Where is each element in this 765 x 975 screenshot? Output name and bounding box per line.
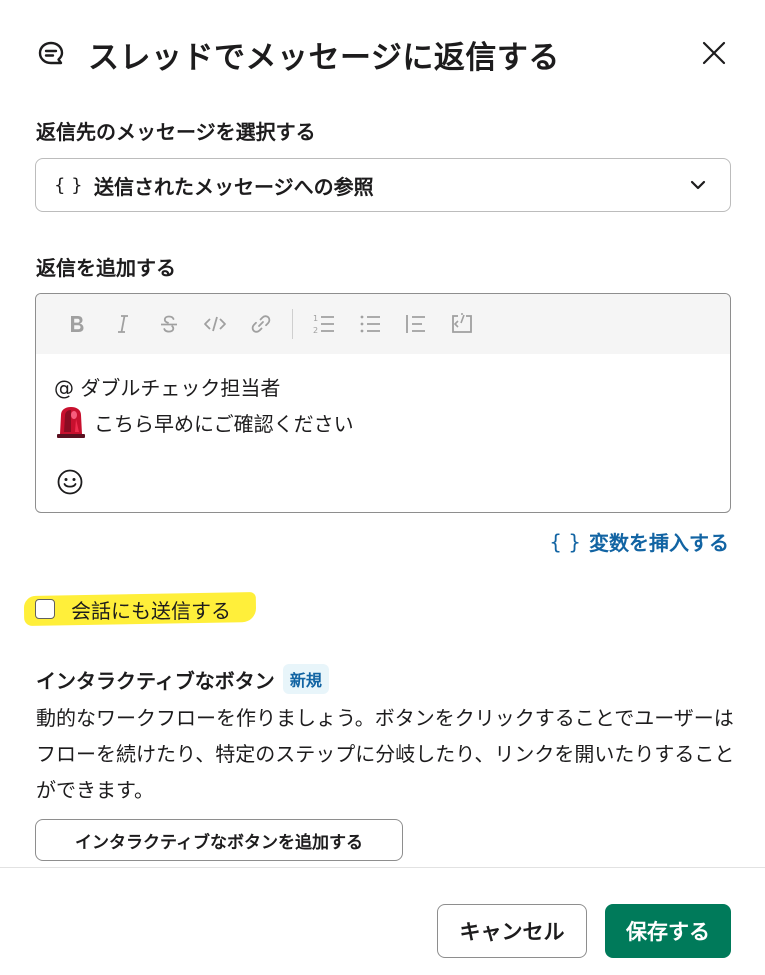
interactive-section-title: インタラクティブなボタン 新規 [36,664,329,694]
code-icon[interactable] [192,304,238,344]
insert-variable-label: 変数を挿入する [589,531,729,555]
variable-braces-icon: { } [54,174,83,196]
interactive-title: インタラクティブなボタン [36,668,275,693]
rotating-light-icon [57,407,85,438]
send-to-channel-row[interactable]: 会話にも送信する [23,591,257,627]
save-button[interactable]: 保存する [605,904,731,958]
svg-text:2: 2 [313,326,318,335]
target-message-value: 送信されたメッセージへの参照 [94,174,374,199]
reply-label: 返信を追加する [36,256,176,280]
svg-text:1: 1 [313,314,318,323]
reply-editor[interactable]: 12 @ ダブルチェック担当者 こちら早めにご確認ください [35,293,731,513]
variable-braces-icon: { } [549,529,581,554]
send-to-channel-checkbox[interactable] [35,599,55,619]
chevron-down-icon [690,180,706,190]
new-badge: 新規 [282,664,329,694]
add-interactive-button[interactable]: インタラクティブなボタンを追加する [35,819,403,861]
target-message-select[interactable]: { } 送信されたメッセージへの参照 [35,158,731,212]
ordered-list-icon[interactable]: 12 [301,304,347,344]
dialog-title: スレッドでメッセージに返信する [88,39,560,76]
close-icon [702,41,726,65]
target-message-label: 返信先のメッセージを選択する [36,120,316,144]
link-icon[interactable] [238,304,284,344]
toolbar-separator [292,309,293,339]
bold-icon[interactable] [54,304,100,344]
code-block-icon[interactable] [439,304,485,344]
mention-line: @ ダブルチェック担当者 [54,375,281,400]
message-line: こちら早めにご確認ください [54,404,712,440]
interactive-description: 動的なワークフローを作りましょう。ボタンをクリックすることでユーザーはフローを続… [36,706,735,802]
message-text: こちら早めにご確認ください [94,411,354,436]
cancel-button[interactable]: キャンセル [437,904,587,958]
dialog-header: スレッドでメッセージに返信する [36,30,731,78]
thread-reply-icon [36,39,66,69]
close-button[interactable] [697,36,731,70]
blockquote-icon[interactable] [393,304,439,344]
strikethrough-icon[interactable] [146,304,192,344]
italic-icon[interactable] [100,304,146,344]
insert-variable-link[interactable]: { } 変数を挿入する [549,527,729,556]
bullet-list-icon[interactable] [347,304,393,344]
emoji-icon[interactable] [56,468,84,496]
editor-content[interactable]: @ ダブルチェック担当者 こちら早めにご確認ください [36,354,730,454]
send-to-channel-label: 会話にも送信する [71,598,231,623]
footer-divider [0,867,765,868]
formatting-toolbar: 12 [36,294,730,354]
